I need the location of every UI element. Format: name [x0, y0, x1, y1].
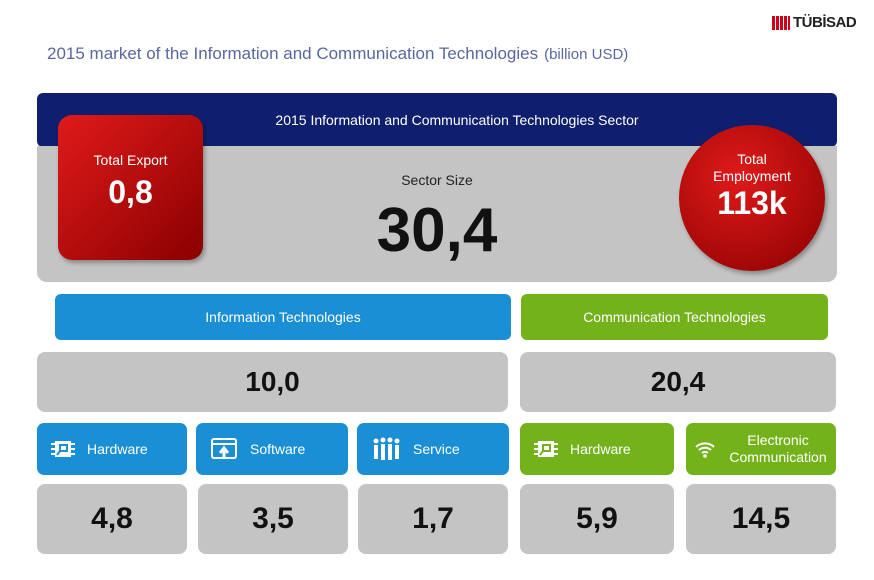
employment-label-1: Total [737, 151, 767, 167]
ct-hardware-text: Hardware [570, 441, 631, 457]
it-service-text: Service [413, 441, 460, 457]
total-export-value: 0,8 [108, 174, 153, 210]
it-service-label: Service [357, 423, 509, 475]
wifi-icon [695, 442, 715, 458]
tubisad-logo: TÜBİSAD [772, 14, 857, 31]
page-title: 2015 market of the Information and Commu… [47, 44, 628, 64]
it-value: 10,0 [37, 352, 508, 412]
title-text: 2015 market of the Information and Commu… [47, 44, 539, 63]
logo-mark-icon [772, 15, 790, 30]
ct-electronic-communication-value: 14,5 [686, 484, 836, 554]
logo-text: TÜBİSAD [793, 14, 857, 31]
ct-value: 20,4 [520, 352, 836, 412]
it-hardware-text: Hardware [87, 441, 148, 457]
ct-electronic-communication-text: Electronic Communication [729, 432, 827, 465]
employment-label-2: Employment [713, 168, 791, 184]
chip-icon [534, 441, 558, 457]
ct-hardware-value: 5,9 [520, 484, 674, 554]
total-export-label: Total Export [93, 152, 168, 168]
chip-icon [51, 441, 75, 457]
title-unit: (billion USD) [544, 46, 629, 63]
it-header: Information Technologies [55, 294, 511, 340]
it-service-value: 1,7 [358, 484, 508, 554]
employment-value: 113k [717, 185, 787, 221]
it-hardware-value: 4,8 [37, 484, 187, 554]
total-export-box: Total Export 0,8 [58, 115, 203, 260]
it-software-label: Software [196, 423, 348, 475]
it-software-value: 3,5 [198, 484, 348, 554]
software-upload-icon [211, 438, 237, 459]
people-icon [373, 437, 400, 460]
ct-header: Communication Technologies [521, 294, 828, 340]
total-employment-circle: Total Employment 113k [679, 125, 825, 271]
ct-electronic-communication-label: Electronic Communication [686, 423, 836, 475]
sector-size-value: 30,4 [376, 196, 498, 265]
sector-size-label: Sector Size [401, 172, 473, 188]
it-hardware-label: Hardware [37, 423, 187, 475]
ct-hardware-label: Hardware [520, 423, 674, 475]
it-software-text: Software [250, 441, 306, 457]
